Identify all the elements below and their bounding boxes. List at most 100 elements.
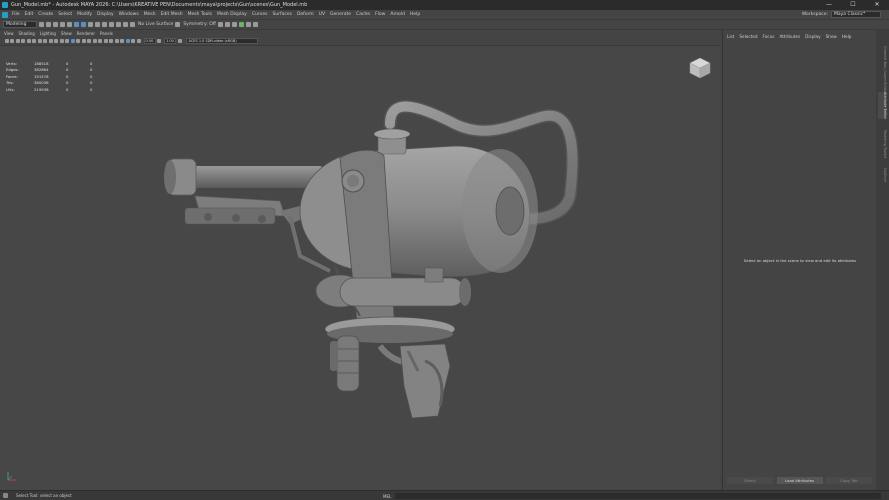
ae-menu-selected[interactable]: Selected [739,34,757,39]
undo-icon[interactable] [60,22,65,27]
menu-deform[interactable]: Deform [297,12,314,17]
select-hierarchy-icon[interactable] [74,22,79,27]
vp-menu-show[interactable]: Show [61,31,72,36]
menu-arnold[interactable]: Arnold [390,12,405,17]
color-space-dropdown[interactable]: ACES 1.0 SDR-video (sRGB) [185,38,258,44]
safe-action-icon[interactable] [54,39,58,43]
menu-help[interactable]: Help [410,12,420,17]
render-frame-icon[interactable] [217,22,223,27]
mel-label[interactable]: MEL [383,494,391,499]
gun-model[interactable] [0,46,720,490]
select-object-icon[interactable] [81,22,86,27]
vp-menu-lighting[interactable]: Lighting [40,31,56,36]
menu-edit-mesh[interactable]: Edit Mesh [161,12,183,17]
use-all-lights-icon[interactable] [87,39,91,43]
isolate-select-icon[interactable] [114,39,119,43]
render-view-icon[interactable] [252,22,258,27]
backface-culling-icon[interactable] [131,39,135,43]
menu-uv[interactable]: UV [319,12,325,17]
snap-point-icon[interactable] [109,22,114,27]
menu-surfaces[interactable]: Surfaces [272,12,292,17]
menu-cache[interactable]: Cache [356,12,370,17]
ae-menu-list[interactable]: List [727,34,734,39]
menu-edit[interactable]: Edit [25,12,34,17]
select-component-icon[interactable] [88,22,93,27]
anti-aliasing-icon[interactable] [109,39,113,43]
grid-icon[interactable] [26,39,31,43]
arnold-render-icon[interactable] [238,22,244,27]
menu-mesh-tools[interactable]: Mesh Tools [188,12,212,17]
vp-menu-panels[interactable]: Panels [100,31,113,36]
shadows-icon[interactable] [92,39,97,43]
ae-menu-attributes[interactable]: Attributes [779,34,800,39]
live-surface-label[interactable]: No Live Surface [138,22,173,27]
menu-mesh[interactable]: Mesh [144,12,156,17]
ipr-render-icon[interactable] [224,22,230,27]
menu-display[interactable]: Display [97,12,114,17]
close-button[interactable]: ✕ [865,0,889,10]
command-line-input[interactable] [395,493,881,499]
symmetry-icon[interactable] [175,22,181,27]
snap-grid-icon[interactable] [95,22,100,27]
make-live-icon[interactable] [130,22,135,27]
smooth-shade-icon[interactable] [70,39,75,43]
render-settings-icon[interactable] [231,22,237,27]
tab-attribute-editor[interactable]: Attribute Editor [878,92,887,119]
menu-windows[interactable]: Windows [119,12,139,17]
vp-menu-view[interactable]: View [4,31,14,36]
color-management-icon[interactable] [177,39,182,43]
maximize-button[interactable]: ☐ [841,0,865,10]
gamma-icon[interactable] [157,39,161,43]
exposure-field[interactable]: 0.00 [143,38,156,44]
wireframe-on-shaded-icon[interactable] [76,39,80,43]
menu-generate[interactable]: Generate [330,12,351,17]
symmetry-label[interactable]: Symmetry: Off [183,22,216,27]
tab-channel-box[interactable]: Channel Box / Layer Editor [878,46,887,93]
vp-menu-shading[interactable]: Shading [19,31,35,36]
copy-tab-button[interactable]: Copy Tab [826,477,872,484]
exposure-icon[interactable] [136,39,141,43]
gate-mask-icon[interactable] [43,39,47,43]
select-button[interactable]: Select [727,477,773,484]
menu-create[interactable]: Create [38,12,53,17]
ae-menu-focus[interactable]: Focus [762,34,774,39]
maya-menu-icon[interactable] [2,11,8,18]
load-attributes-button[interactable]: Load Attributes [776,477,823,484]
new-scene-icon[interactable] [39,22,44,27]
safe-title-icon[interactable] [59,39,64,43]
image-plane-icon[interactable] [21,39,25,43]
bookmark-icon[interactable] [15,39,20,43]
field-chart-icon[interactable] [48,39,53,43]
tab-modeling-toolkit[interactable]: Modeling Toolkit [878,130,887,158]
redo-icon[interactable] [67,22,72,27]
menu-select[interactable]: Select [58,12,72,17]
wireframe-icon[interactable] [65,39,69,43]
tab-outliner[interactable]: Outliner [878,168,887,182]
ae-menu-show[interactable]: Show [826,34,837,39]
3d-viewport[interactable]: Verts: 188518 0 0 Edges: 382664 0 0 Faces: 1915… [0,46,720,497]
menu-file[interactable]: File [12,12,20,17]
snap-surface-icon[interactable] [116,22,121,27]
ae-menu-display[interactable]: Display [805,34,820,39]
menu-set-dropdown[interactable]: Modeling [3,21,37,28]
ae-menu-help[interactable]: Help [842,34,852,39]
menu-curves[interactable]: Curves [252,12,268,17]
vp-menu-renderer[interactable]: Renderer [77,31,95,36]
menu-modify[interactable]: Modify [77,12,92,17]
menu-flow[interactable]: Flow [375,12,385,17]
resolution-gate-icon[interactable] [37,39,42,43]
film-gate-icon[interactable] [32,39,36,43]
camera-attributes-icon[interactable] [10,39,14,43]
save-scene-icon[interactable] [53,22,58,27]
xray-icon[interactable] [120,39,124,43]
select-camera-icon[interactable] [4,39,9,43]
gamma-field[interactable]: 1.00 [164,38,176,44]
minimize-button[interactable]: — [817,0,841,10]
xray-joints-icon[interactable] [125,39,130,43]
hypershade-icon[interactable] [245,22,251,27]
snap-curve-icon[interactable] [102,22,107,27]
open-scene-icon[interactable] [46,22,51,27]
snap-plane-icon[interactable] [123,22,128,27]
motion-blur-icon[interactable] [103,39,108,43]
ambient-occlusion-icon[interactable] [98,39,102,43]
